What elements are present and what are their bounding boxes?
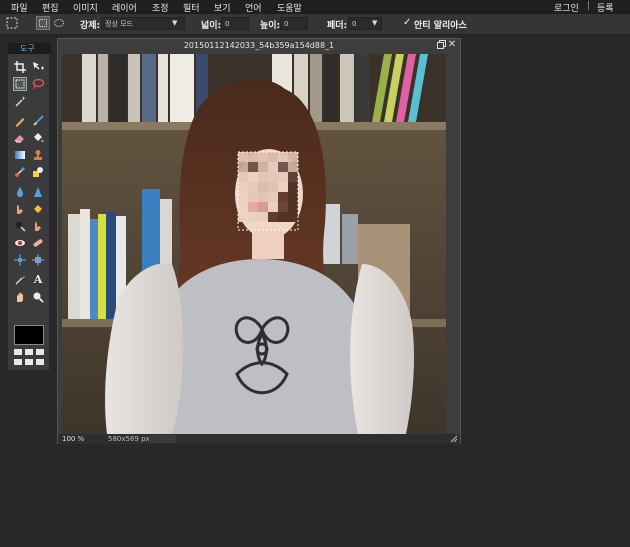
paint-bucket-tool-icon[interactable] (31, 131, 45, 145)
width-label: 넓이: (201, 21, 222, 31)
status-separator (150, 435, 176, 443)
eraser-tool-icon[interactable] (13, 131, 27, 145)
crop-tool-icon[interactable] (13, 60, 27, 74)
menu-view[interactable]: 보기 (214, 1, 231, 14)
pencil-tool-icon[interactable] (13, 114, 27, 128)
toolbox-title: 도구 (8, 43, 51, 54)
smudge-tool-icon[interactable] (13, 202, 27, 216)
height-input-value: 0 (284, 20, 289, 28)
menu-layer[interactable]: 레이어 (112, 1, 137, 14)
style-dropdown-arrow-icon[interactable]: ▼ (172, 19, 177, 27)
zoom-tool-icon[interactable] (31, 290, 45, 304)
clone-stamp-tool-icon[interactable] (31, 148, 45, 162)
toolbox-panel: 도구 A (7, 43, 51, 371)
style-select-value: 정상 모드 (105, 20, 133, 28)
sponge-tool-icon[interactable] (31, 202, 45, 216)
close-icon[interactable]: ✕ (447, 40, 457, 50)
image-size: 580x569 px (108, 435, 150, 443)
rect-select-mode-icon[interactable] (36, 16, 50, 30)
burn-tool-icon[interactable] (31, 219, 45, 233)
gradient-tool-icon[interactable] (13, 148, 27, 162)
document-window: 20150112142033_54b359a154d88_1 ✕ 100 % 5… (57, 38, 461, 444)
marquee-tool-icon[interactable] (5, 16, 19, 30)
restore-icon[interactable] (436, 40, 446, 50)
color-replace-tool-icon[interactable] (13, 165, 27, 179)
zoom-level[interactable]: 100 % (62, 434, 84, 444)
menu-file[interactable]: 파일 (11, 1, 28, 14)
ellipse-select-mode-icon[interactable] (52, 16, 66, 30)
dodge-tool-icon[interactable] (13, 219, 27, 233)
move-tool-icon[interactable] (31, 60, 45, 74)
red-eye-tool-icon[interactable] (13, 236, 27, 250)
feather-dropdown-arrow-icon[interactable]: ▼ (372, 19, 377, 27)
blur-tool-icon[interactable] (13, 185, 27, 199)
menu-help[interactable]: 도움말 (277, 1, 302, 14)
brush-tool-icon[interactable] (31, 114, 45, 128)
height-label: 높이: (260, 21, 281, 31)
pinch-tool-icon[interactable] (31, 253, 45, 267)
spot-heal-tool-icon[interactable] (31, 236, 45, 250)
marquee-select-tool-icon[interactable] (13, 77, 27, 91)
sharpen-tool-icon[interactable] (31, 185, 45, 199)
photo-image (62, 54, 446, 434)
magic-wand-tool-icon[interactable] (13, 94, 27, 108)
height-input[interactable]: 0 (280, 17, 308, 30)
document-title: 20150112142033_54b359a154d88_1 (58, 39, 460, 53)
image-canvas[interactable] (62, 54, 446, 434)
foreground-color-swatch[interactable] (14, 325, 44, 345)
zoom-unit: % (77, 435, 85, 443)
hand-tool-icon[interactable] (13, 290, 27, 304)
options-bar: 강제: 정상 모드 ▼ 넓이: 0 높이: 0 페더: 0 ▼ ✓ 안티 알리아… (0, 14, 630, 35)
status-bar: 100 % 580x569 px (58, 434, 460, 444)
menu-language[interactable]: 언어 (245, 1, 262, 14)
menu-bar: 파일 편집 이미지 레이어 조정 필터 보기 언어 도움말 로그인 | 등록 (0, 0, 630, 14)
width-input[interactable]: 0 (221, 17, 249, 30)
tool-grid-icon[interactable] (14, 349, 45, 367)
color-picker-tool-icon[interactable] (13, 273, 27, 287)
resize-grip-icon[interactable] (450, 435, 458, 443)
drawing-tool-icon[interactable] (31, 165, 45, 179)
bloat-tool-icon[interactable] (13, 253, 27, 267)
lasso-tool-icon[interactable] (31, 77, 45, 91)
width-input-value: 0 (225, 20, 230, 28)
menu-adjust[interactable]: 조정 (152, 1, 169, 14)
auth-separator: | (587, 1, 591, 11)
antialias-label: 안티 알리아스 (414, 21, 467, 31)
menu-filter[interactable]: 필터 (183, 1, 200, 14)
text-tool-icon[interactable]: A (31, 273, 45, 287)
feather-label: 페더: (327, 21, 348, 31)
register-link[interactable]: 등록 (597, 1, 614, 14)
menu-edit[interactable]: 편집 (42, 1, 59, 14)
antialias-checkbox[interactable]: ✓ (403, 17, 411, 28)
feather-input-value: 0 (352, 20, 357, 28)
menu-image[interactable]: 이미지 (73, 1, 98, 14)
login-link[interactable]: 로그인 (554, 1, 579, 14)
style-label: 강제: (80, 21, 101, 31)
